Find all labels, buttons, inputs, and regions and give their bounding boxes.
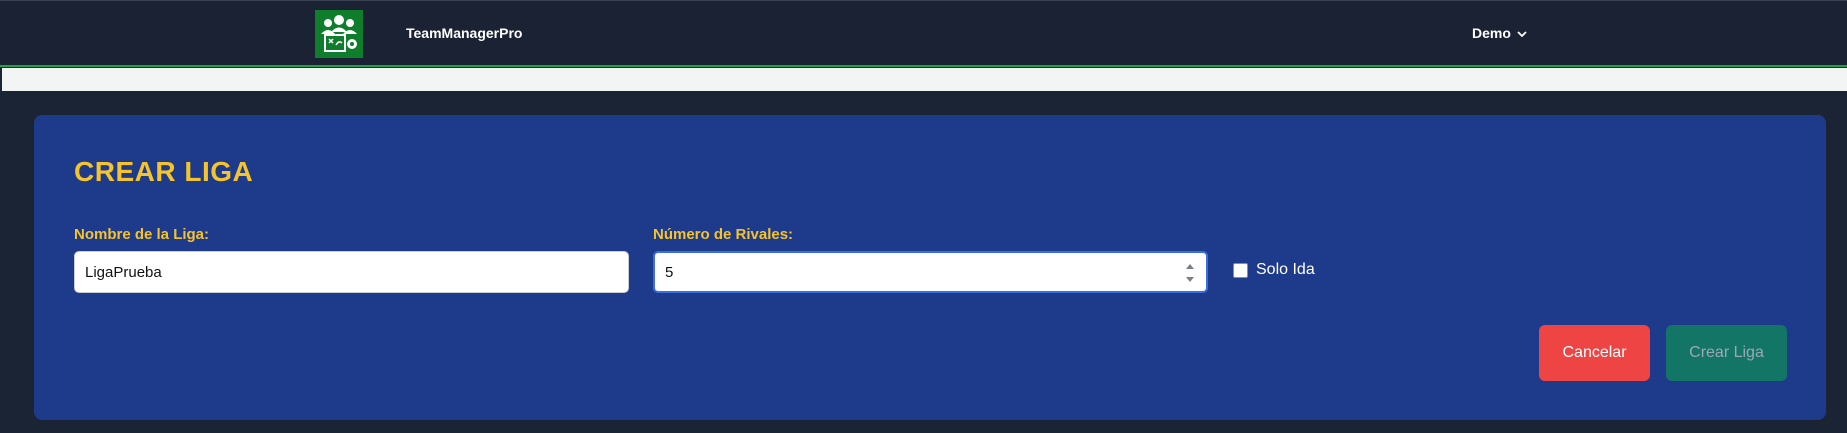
league-name-value: LigaPrueba bbox=[85, 263, 162, 281]
cancel-button[interactable]: Cancelar bbox=[1539, 325, 1650, 381]
spinner-arrows-icon[interactable] bbox=[1184, 261, 1196, 285]
league-name-label: Nombre de la Liga: bbox=[74, 226, 210, 243]
top-navbar: TeamManagerPro Demo bbox=[0, 0, 1847, 67]
rivals-count-input[interactable]: 5 bbox=[653, 251, 1208, 293]
user-menu[interactable]: Demo bbox=[1472, 25, 1527, 41]
user-menu-label: Demo bbox=[1472, 25, 1511, 41]
create-league-button[interactable]: Crear Liga bbox=[1666, 325, 1787, 381]
solo-ida-checkbox[interactable] bbox=[1233, 263, 1248, 278]
rivals-count-value: 5 bbox=[665, 263, 674, 281]
solo-ida-label[interactable]: Solo Ida bbox=[1256, 261, 1315, 279]
team-tactics-logo-icon[interactable] bbox=[315, 10, 363, 58]
page-title: CREAR LIGA bbox=[74, 156, 254, 187]
rivals-count-label: Número de Rivales: bbox=[653, 226, 794, 243]
brand-name[interactable]: TeamManagerPro bbox=[406, 25, 522, 41]
chevron-down-icon bbox=[1517, 25, 1527, 41]
sub-header-bar bbox=[2, 68, 1847, 91]
league-name-input[interactable]: LigaPrueba bbox=[74, 251, 629, 293]
